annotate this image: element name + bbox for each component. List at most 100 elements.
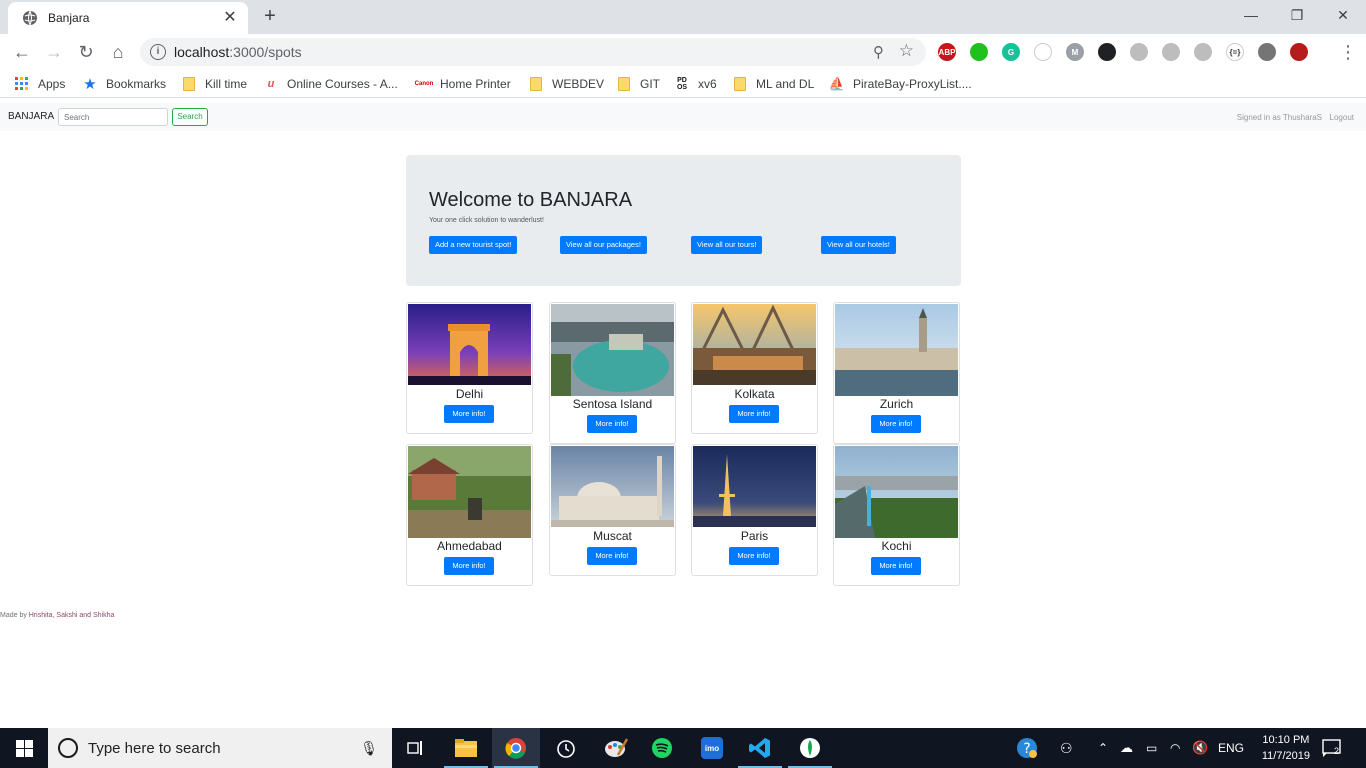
- bookmark-label: Online Courses - A...: [287, 77, 398, 91]
- taskbar-clock[interactable]: 10:10 PM 11/7/2019: [1262, 732, 1310, 764]
- notifications-icon[interactable]: 2: [1322, 728, 1344, 768]
- mongodb-compass-icon[interactable]: [786, 728, 834, 768]
- bookmark-apps[interactable]: Apps: [14, 76, 65, 92]
- bookmark-label: ML and DL: [756, 77, 815, 91]
- forward-icon[interactable]: →: [42, 40, 66, 64]
- windows-start-icon[interactable]: [0, 728, 48, 768]
- new-tab-icon[interactable]: +: [260, 6, 280, 26]
- task-view-icon[interactable]: [392, 728, 440, 768]
- extension-icon[interactable]: [1098, 43, 1116, 61]
- bookmark-online-courses[interactable]: u Online Courses - A...: [263, 76, 398, 92]
- extension-icon[interactable]: [1258, 43, 1276, 61]
- people-icon[interactable]: ⚇: [1060, 728, 1073, 768]
- extension-icon[interactable]: ABP: [938, 43, 956, 61]
- spot-card-ahmedabad: Ahmedabad More info!: [406, 444, 533, 586]
- language-indicator[interactable]: ENG: [1218, 728, 1244, 768]
- cortana-icon: [58, 738, 78, 758]
- address-bar[interactable]: i localhost:3000/spots ⚲ ☆: [140, 38, 926, 66]
- add-spot-button[interactable]: Add a new tourist spot!: [429, 236, 518, 254]
- extension-icon[interactable]: [970, 43, 988, 61]
- microphone-icon[interactable]: 🎙: [360, 740, 378, 757]
- navbar-search-input[interactable]: Search: [58, 108, 168, 126]
- extension-icon[interactable]: [1194, 43, 1212, 61]
- bookmark-label: WEBDEV: [552, 77, 605, 91]
- muscat-image: [551, 446, 674, 527]
- bookmark-ml-dl[interactable]: ML and DL: [732, 76, 814, 92]
- welcome-heading: Welcome to BANJARA: [429, 189, 633, 211]
- delhi-image: [408, 304, 531, 385]
- globe-icon: [23, 10, 37, 26]
- bookmark-git[interactable]: GIT: [616, 76, 660, 92]
- extension-icon[interactable]: {=}: [1226, 43, 1244, 61]
- kolkata-image: [693, 304, 816, 385]
- spot-name: Kolkata: [734, 387, 775, 401]
- onedrive-icon[interactable]: ☁: [1120, 728, 1133, 768]
- imo-icon[interactable]: imo: [688, 728, 736, 768]
- paint-icon[interactable]: [592, 728, 640, 768]
- home-icon[interactable]: ⌂: [106, 40, 130, 64]
- spot-card-paris: Paris More info!: [691, 444, 818, 576]
- view-packages-button[interactable]: View all our packages!: [560, 236, 647, 254]
- bookmark-webdev[interactable]: WEBDEV: [528, 76, 604, 92]
- minimize-icon[interactable]: —: [1228, 0, 1274, 30]
- spotify-icon[interactable]: [638, 728, 686, 768]
- more-info-button[interactable]: More info!: [587, 547, 637, 565]
- chrome-icon[interactable]: [492, 728, 540, 768]
- clock-date: 11/7/2019: [1261, 750, 1310, 762]
- bookmark-label: Home Printer: [440, 77, 511, 91]
- tab-close-icon[interactable]: ✕: [222, 10, 238, 26]
- navbar-brand[interactable]: BANJARA: [8, 111, 54, 122]
- file-explorer-icon[interactable]: [442, 728, 490, 768]
- spot-card-muscat: Muscat More info!: [549, 444, 676, 576]
- logout-link[interactable]: Logout: [1330, 113, 1354, 122]
- taskbar-search-box[interactable]: Type here to search 🎙: [48, 728, 392, 768]
- ahmedabad-image: [408, 446, 531, 538]
- sentosa-image: [551, 304, 674, 396]
- view-hotels-button[interactable]: View all our hotels!: [821, 236, 896, 254]
- page-footer: Made by Hrishita, Sakshi and Shikha: [0, 612, 114, 619]
- bookmark-piratebay[interactable]: ⛵ PirateBay-ProxyList....: [829, 76, 972, 92]
- zoom-icon[interactable]: ⚲: [873, 43, 884, 61]
- spot-card-zurich: Zurich More info!: [833, 302, 960, 444]
- vscode-icon[interactable]: [736, 728, 784, 768]
- bookmark-bookmarks[interactable]: ★ Bookmarks: [82, 76, 166, 93]
- menu-icon[interactable]: ⋮: [1336, 40, 1360, 64]
- bookmark-xv6[interactable]: PD OS xv6: [674, 76, 717, 92]
- more-info-button[interactable]: More info!: [871, 557, 921, 575]
- app-navbar: BANJARA Search Search Signed in as Thush…: [0, 103, 1366, 131]
- more-info-button[interactable]: More info!: [871, 415, 921, 433]
- spot-name: Ahmedabad: [437, 539, 502, 553]
- reload-icon[interactable]: ↻: [74, 40, 98, 64]
- extension-icon[interactable]: [1162, 43, 1180, 61]
- spot-name: Delhi: [455, 387, 484, 401]
- more-info-button[interactable]: More info!: [729, 405, 779, 423]
- restore-icon[interactable]: ❐: [1274, 0, 1320, 30]
- extension-icon[interactable]: [1290, 43, 1308, 61]
- browser-tab[interactable]: Banjara ✕: [8, 2, 248, 34]
- extension-icon[interactable]: G: [1002, 43, 1020, 61]
- more-info-button[interactable]: More info!: [444, 557, 494, 575]
- wifi-icon[interactable]: ◠: [1170, 728, 1180, 768]
- back-icon[interactable]: ←: [10, 40, 34, 64]
- bookmark-kill-time[interactable]: Kill time: [181, 76, 247, 92]
- volume-muted-icon[interactable]: 🔇: [1192, 728, 1208, 768]
- extension-icon[interactable]: M: [1066, 43, 1084, 61]
- bookmark-star-icon[interactable]: ☆: [899, 41, 914, 61]
- more-info-button[interactable]: More info!: [729, 547, 779, 565]
- extension-icon[interactable]: [1034, 43, 1052, 61]
- window-close-icon[interactable]: ✕: [1320, 0, 1366, 30]
- navbar-search-button[interactable]: Search: [172, 108, 208, 126]
- clock-time: 10:10 PM: [1262, 734, 1310, 746]
- help-icon[interactable]: ?: [1016, 728, 1038, 768]
- bookmark-home-printer[interactable]: Canon Home Printer: [415, 76, 511, 92]
- folder-icon: [732, 76, 748, 92]
- signed-in-text: Signed in as ThusharaS: [1236, 113, 1322, 122]
- more-info-button[interactable]: More info!: [587, 415, 637, 433]
- more-info-button[interactable]: More info!: [444, 405, 494, 423]
- alarm-clock-icon[interactable]: [542, 728, 590, 768]
- view-tours-button[interactable]: View all our tours!: [691, 236, 763, 254]
- show-hidden-icons-icon[interactable]: ⌃: [1098, 728, 1108, 768]
- extension-icon[interactable]: [1130, 43, 1148, 61]
- battery-icon[interactable]: ▭: [1146, 728, 1157, 768]
- site-info-icon[interactable]: i: [150, 44, 166, 60]
